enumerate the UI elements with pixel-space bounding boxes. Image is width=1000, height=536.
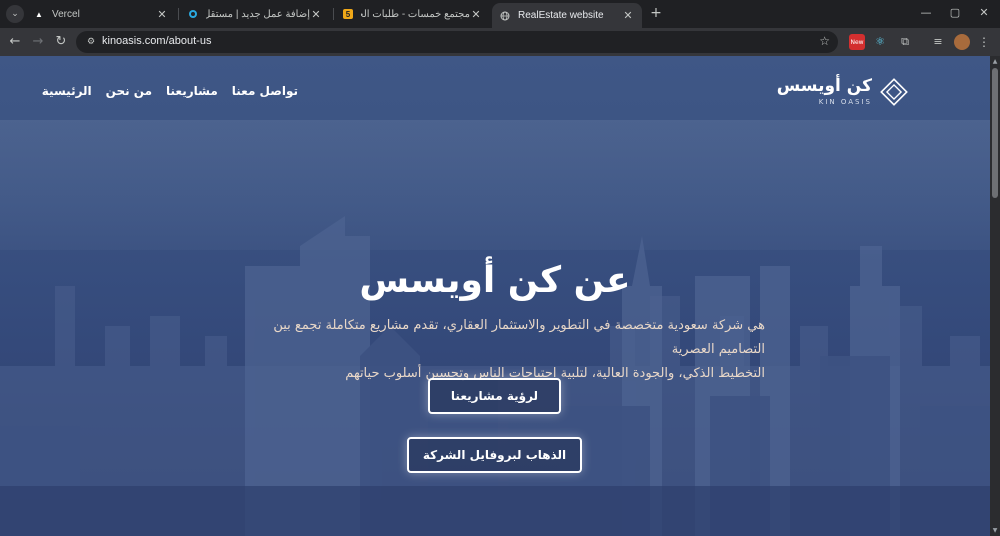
tab-mostaql[interactable]: إضافة عمل جديد | مستقل ✕: [180, 3, 330, 25]
close-tab-icon[interactable]: ✕: [156, 8, 168, 21]
react-devtools-icon[interactable]: ⚛: [872, 34, 888, 50]
nav-contact-link[interactable]: تواصل معنا: [232, 84, 298, 98]
page-scrollbar[interactable]: ▲ ▼: [990, 56, 1000, 536]
new-tab-button[interactable]: +: [648, 5, 664, 21]
tab-khamsat[interactable]: 5 مجتمع خمسات - طلبات الخدمات ✕: [335, 3, 490, 25]
media-controls-icon[interactable]: ≡: [930, 34, 946, 50]
company-profile-button[interactable]: الذهاب لبروفايل الشركة: [407, 437, 582, 473]
ext-badge: New: [850, 39, 864, 46]
browser-toolbar: ← → ↻ ⚙ kinoasis.com/about-us ☆ New ⚛ ⧉ …: [0, 28, 1000, 56]
main-nav: الرئيسية من نحن مشاريعنا تواصل معنا: [42, 84, 298, 98]
scroll-thumb[interactable]: [992, 68, 998, 198]
close-tab-icon[interactable]: ✕: [470, 8, 482, 21]
vercel-icon: ▲: [35, 9, 43, 19]
profile-avatar[interactable]: [954, 34, 970, 50]
tab-title: مجتمع خمسات - طلبات الخدمات: [361, 8, 470, 20]
close-window-button[interactable]: ✕: [974, 4, 994, 22]
khamsat-icon: 5: [343, 9, 353, 19]
close-tab-icon[interactable]: ✕: [310, 8, 322, 21]
about-hero-section: كن أويسس KIN OASIS الرئيسية من نحن مشاري…: [0, 56, 990, 536]
extensions-puzzle-icon[interactable]: ⧉: [897, 34, 913, 50]
tab-title: إضافة عمل جديد | مستقل: [206, 8, 310, 20]
tab-bar: ⌄ ▲ Vercel ✕ إضافة عمل جديد | مستقل ✕ 5 …: [0, 0, 1000, 28]
address-bar[interactable]: ⚙ kinoasis.com/about-us ☆: [76, 31, 838, 53]
scroll-down-icon[interactable]: ▼: [991, 527, 999, 534]
tab-search-icon[interactable]: ⌄: [6, 5, 24, 23]
tab-title: Vercel: [52, 8, 80, 20]
site-info-icon[interactable]: ⚙: [84, 35, 98, 49]
site-logo[interactable]: كن أويسس KIN OASIS: [777, 76, 908, 110]
globe-icon: [500, 11, 510, 21]
forward-icon[interactable]: →: [29, 33, 47, 51]
close-tab-icon[interactable]: ✕: [622, 9, 634, 22]
back-icon[interactable]: ←: [6, 33, 24, 51]
logo-diamond-icon: [880, 78, 908, 106]
view-projects-button[interactable]: لرؤية مشاريعنا: [428, 378, 561, 414]
scroll-up-icon[interactable]: ▲: [991, 58, 999, 65]
nav-about-link[interactable]: من نحن: [106, 84, 152, 98]
minimize-button[interactable]: —: [916, 4, 936, 22]
extension-new-icon[interactable]: New: [849, 34, 865, 50]
logo-arabic-text: كن أويسس: [776, 76, 872, 96]
nav-projects-link[interactable]: مشاريعنا: [166, 84, 218, 98]
menu-kebab-icon[interactable]: ⋮: [976, 34, 992, 50]
hero-description: هي شركة سعودية متخصصة في التطوير والاستث…: [225, 314, 765, 386]
tab-realestate[interactable]: RealEstate website ✕: [492, 3, 642, 28]
url-text[interactable]: kinoasis.com/about-us: [102, 35, 211, 47]
mostaql-icon: [188, 9, 198, 19]
nav-home-link[interactable]: الرئيسية: [42, 84, 92, 98]
maximize-button[interactable]: ▢: [945, 4, 965, 22]
reload-icon[interactable]: ↻: [52, 33, 70, 51]
tab-vercel[interactable]: ▲ Vercel ✕: [26, 3, 176, 25]
logo-english-text: KIN OASIS: [818, 98, 872, 106]
bookmark-star-icon[interactable]: ☆: [819, 34, 830, 48]
tab-title: RealEstate website: [518, 10, 604, 21]
hero-description-line: هي شركة سعودية متخصصة في التطوير والاستث…: [273, 318, 765, 357]
page-title: عن كن أويسس: [359, 260, 631, 301]
